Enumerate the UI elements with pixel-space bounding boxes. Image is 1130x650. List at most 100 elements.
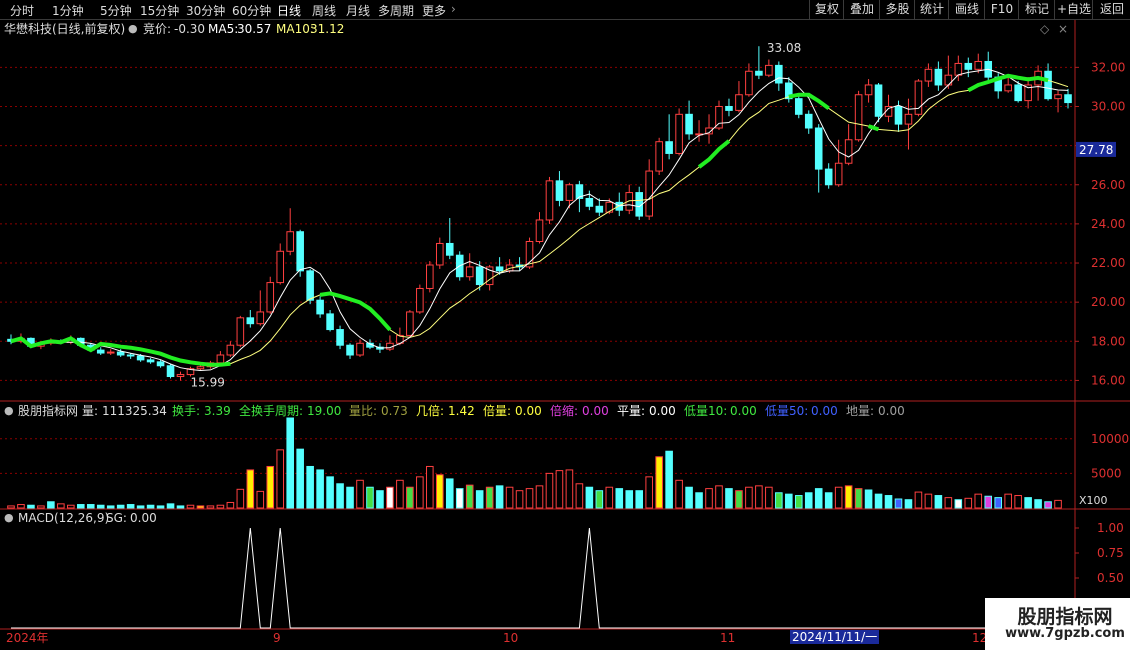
- candle-down: [86, 344, 95, 351]
- candle-up: [465, 266, 474, 278]
- macd-tick-label: 0.50: [1097, 571, 1124, 585]
- more-chevron-icon[interactable]: ›: [451, 2, 456, 16]
- volume-bar: [884, 495, 893, 509]
- mark-button[interactable]: 标记: [1018, 0, 1055, 19]
- f10-button[interactable]: F10: [984, 0, 1019, 19]
- close-icon[interactable]: ×: [1058, 22, 1068, 36]
- volume-bar: [814, 488, 823, 509]
- candle-down: [166, 365, 175, 378]
- date-label-sep: 9: [273, 631, 281, 645]
- candle-up: [1034, 70, 1042, 86]
- tf-fenshi[interactable]: 分时: [10, 2, 34, 19]
- candle-up: [176, 374, 185, 378]
- ma10-label: MA10:: [276, 22, 314, 36]
- candle-up: [1024, 84, 1032, 102]
- volume-bar: [495, 485, 504, 509]
- candle-up: [286, 231, 294, 252]
- vol-item-value: 0.00: [582, 404, 609, 418]
- vol-item-value: 1.42: [448, 404, 475, 418]
- tf-15min[interactable]: 15分钟: [140, 2, 179, 19]
- stats-button[interactable]: 统计: [914, 0, 949, 19]
- overlay-button[interactable]: 叠加: [843, 0, 880, 19]
- candle-up: [695, 133, 703, 136]
- stock-title: 华懋科技(日线,前复权): [4, 22, 126, 36]
- macd-sg-line: [11, 527, 1068, 629]
- volume-bar: [485, 486, 494, 509]
- moving-averages: [10, 68, 1069, 372]
- candle-up: [924, 68, 933, 82]
- trend-highlight-segment: [10, 336, 231, 367]
- vol-item-value: 0.00: [515, 404, 542, 418]
- macd-settings-icon[interactable]: ●: [4, 511, 14, 525]
- volume-bar: [336, 483, 344, 509]
- volume-bar: [705, 488, 713, 509]
- vol-settings-icon[interactable]: ●: [4, 404, 14, 418]
- candle-up: [525, 241, 534, 268]
- volume-bar: [505, 486, 514, 509]
- volume-unit-label: X100: [1079, 494, 1108, 507]
- candle-down: [804, 113, 813, 129]
- tf-60min[interactable]: 60分钟: [232, 2, 271, 19]
- volume-bar: [276, 449, 285, 509]
- candle-up: [216, 354, 225, 364]
- volume-bar: [216, 504, 225, 509]
- kline-chart[interactable]: 32.00 30.00 27.78 26.00 24.00 22.00 20.00 18.00…: [0, 0, 1130, 650]
- volume-bar: [126, 504, 135, 509]
- tf-5min[interactable]: 5分钟: [100, 2, 132, 19]
- candle-up: [186, 368, 195, 376]
- candle-down: [894, 105, 903, 125]
- candle-up: [1054, 94, 1062, 100]
- candle-down: [445, 242, 454, 256]
- tf-weekly[interactable]: 周线: [312, 2, 336, 19]
- fuquan-button[interactable]: 复权: [809, 0, 844, 19]
- candle-up: [1004, 84, 1012, 92]
- candle-down: [326, 313, 334, 331]
- volume-bar: [406, 486, 414, 509]
- volume-bar: [765, 486, 773, 509]
- add-watchlist-button[interactable]: +自选: [1054, 0, 1093, 19]
- volume-bar: [934, 495, 943, 509]
- tf-monthly[interactable]: 月线: [346, 2, 370, 19]
- volume-tick-label: 5000: [1091, 466, 1122, 480]
- volume-bar: [585, 486, 594, 509]
- diamond-icon[interactable]: ◇: [1040, 22, 1049, 36]
- volume-bar: [954, 499, 963, 509]
- tf-more[interactable]: 更多: [422, 2, 446, 19]
- draw-line-button[interactable]: 画线: [948, 0, 985, 19]
- volume-bar: [67, 504, 75, 509]
- back-button[interactable]: 返回: [1092, 0, 1130, 19]
- volume-bar: [266, 465, 275, 509]
- volume-bar: [296, 448, 304, 509]
- candle-down: [984, 60, 993, 78]
- price-tick-label: 26.00: [1091, 178, 1125, 192]
- volume-bar: [545, 472, 554, 509]
- candle-up: [884, 105, 893, 117]
- vol-item-label: 倍量:: [483, 404, 512, 418]
- tf-daily[interactable]: 日线: [277, 2, 301, 19]
- volume-bar: [246, 469, 255, 509]
- volume-bar: [675, 479, 683, 509]
- tf-1min[interactable]: 1分钟: [52, 2, 84, 19]
- volume-bar: [76, 504, 85, 509]
- jingjia-value: -0.30: [174, 22, 206, 36]
- volume-bar: [1004, 493, 1012, 509]
- vol-item-value: 0.73: [381, 404, 408, 418]
- tf-30min[interactable]: 30分钟: [186, 2, 225, 19]
- date-label-year: 2024年: [6, 631, 49, 645]
- volume-bar: [735, 490, 743, 509]
- low-price-label: 15.99: [191, 376, 225, 390]
- candle-down: [755, 70, 763, 76]
- candle-down: [874, 84, 883, 117]
- tf-multi[interactable]: 多周期: [378, 2, 414, 19]
- candle-up: [954, 62, 963, 76]
- candle-up: [406, 311, 414, 336]
- candle-down: [246, 317, 255, 325]
- volume-bar: [37, 505, 45, 509]
- candle-down: [306, 270, 314, 301]
- volume-bar: [964, 497, 973, 509]
- candle-up: [565, 184, 574, 201]
- multi-stock-button[interactable]: 多股: [879, 0, 915, 19]
- settings-circle-icon[interactable]: ●: [128, 22, 138, 36]
- volume-bar: [725, 488, 733, 509]
- volume-bar: [565, 469, 574, 509]
